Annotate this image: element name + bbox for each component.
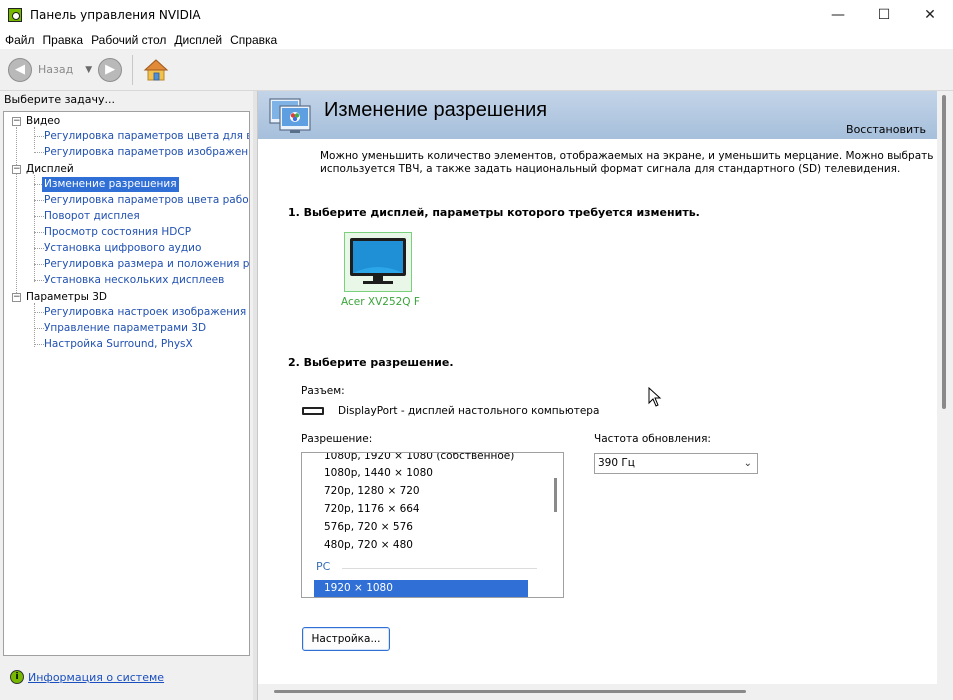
content-panel: Изменение разрешения Восстановить Можно … [257, 91, 953, 700]
connector-value: DisplayPort - дисплей настольного компью… [338, 405, 600, 417]
monitor-name[interactable]: Acer XV252Q F [341, 296, 420, 308]
collapse-toggle-icon[interactable]: − [12, 117, 21, 126]
menu-display[interactable]: Дисплей [171, 33, 225, 47]
page-description: Можно уменьшить количество элементов, от… [320, 150, 953, 176]
home-icon[interactable] [143, 57, 169, 83]
display-settings-icon [268, 97, 314, 135]
tree-branch [34, 152, 44, 153]
tree-item-desktop-size[interactable]: Регулировка размера и положения рабо [44, 257, 249, 272]
tree-branch [34, 248, 44, 249]
tree-item-multiple-displays[interactable]: Установка нескольких дисплеев [44, 273, 224, 288]
scrollbar-thumb[interactable] [274, 690, 746, 693]
page-title: Изменение разрешения [324, 99, 548, 121]
tree-branch [34, 232, 44, 233]
tree-guide-line [16, 127, 17, 297]
resolution-option[interactable]: 1080p, 1440 × 1080 [324, 467, 433, 479]
tree-branch [34, 280, 44, 281]
minimize-button[interactable]: — [815, 0, 861, 30]
tree-branch [34, 264, 44, 265]
resolution-option[interactable]: 480p, 720 × 480 [324, 539, 413, 551]
menu-desktop[interactable]: Рабочий стол [88, 33, 169, 47]
system-info-icon[interactable]: i [10, 670, 24, 684]
page-header: Изменение разрешения Восстановить [258, 91, 938, 139]
tree-item-video-image[interactable]: Регулировка параметров изображения д [44, 145, 249, 160]
system-info-link[interactable]: Информация о системе [28, 671, 164, 684]
restore-defaults-link[interactable]: Восстановить [846, 123, 926, 136]
monitor-tile[interactable] [344, 232, 412, 292]
chevron-down-icon: ⌄ [743, 458, 752, 469]
connector-label: Разъем: [301, 385, 345, 397]
menu-help[interactable]: Справка [227, 33, 280, 47]
window-title: Панель управления NVIDIA [30, 8, 201, 22]
title-bar: Панель управления NVIDIA — ☐ ✕ [0, 0, 953, 30]
maximize-button[interactable]: ☐ [861, 0, 907, 30]
resolution-list-scrollbar[interactable] [549, 453, 563, 597]
content-horizontal-scrollbar[interactable] [258, 684, 953, 700]
tree-item-digital-audio[interactable]: Установка цифрового аудио [44, 241, 201, 256]
tree-guide-line [34, 175, 35, 282]
tree-item-surround-physx[interactable]: Настройка Surround, PhysX [44, 337, 193, 352]
tree-item-video-color[interactable]: Регулировка параметров цвета для вид [44, 129, 249, 144]
step2-heading: 2. Выберите разрешение. [288, 356, 454, 369]
tree-category-3d[interactable]: Параметры 3D [26, 290, 107, 305]
collapse-toggle-icon[interactable]: − [12, 293, 21, 302]
dropdown-arrow-icon[interactable]: ▼ [85, 65, 92, 75]
nvidia-app-icon [8, 8, 22, 22]
menu-file[interactable]: Файл [2, 33, 38, 47]
scrollbar-thumb[interactable] [942, 95, 946, 409]
resolution-option[interactable]: 720p, 1280 × 720 [324, 485, 420, 497]
resolution-group-pc: PC [316, 560, 331, 573]
tree-branch [34, 344, 44, 345]
displayport-icon [302, 407, 324, 415]
scrollbar-thumb[interactable] [554, 478, 557, 512]
refresh-rate-value: 390 Гц [598, 457, 635, 469]
system-info: i Информация о системе [10, 670, 164, 684]
nvidia-control-panel-window: Панель управления NVIDIA — ☐ ✕ Файл Прав… [0, 0, 953, 700]
monitor-icon [350, 238, 406, 284]
refresh-rate-label: Частота обновления: [594, 433, 711, 445]
description-line: используется ТВЧ, а также задать национа… [320, 163, 901, 175]
resolution-label: Разрешение: [301, 433, 373, 445]
tree-item-3d-preview[interactable]: Регулировка настроек изображения с пр [44, 305, 249, 320]
close-button[interactable]: ✕ [907, 0, 953, 30]
menu-bar: Файл Правка Рабочий стол Дисплей Справка [0, 30, 953, 49]
tree-branch [34, 216, 44, 217]
tree-branch [34, 200, 44, 201]
resolution-option-selected[interactable]: 1920 × 1080 [314, 580, 528, 597]
back-arrow-icon[interactable]: ◀ [8, 57, 32, 82]
collapse-toggle-icon[interactable]: − [12, 165, 21, 174]
tree-category-video[interactable]: Видео [26, 114, 60, 129]
window-controls: — ☐ ✕ [815, 0, 953, 30]
setup-button[interactable]: Настройка... [302, 627, 390, 651]
mouse-cursor-icon [648, 387, 662, 407]
tree-branch [34, 136, 44, 137]
description-line: Можно уменьшить количество элементов, от… [320, 150, 953, 162]
toolbar: ◀ Назад ▼ ▶ [0, 49, 953, 91]
refresh-rate-select[interactable]: 390 Гц ⌄ [594, 453, 758, 474]
resolution-option[interactable]: 720p, 1176 × 664 [324, 503, 420, 515]
content-vertical-scrollbar[interactable] [937, 91, 953, 684]
resolution-option[interactable]: 576p, 720 × 576 [324, 521, 413, 533]
tree-item-hdcp-status[interactable]: Просмотр состояния HDCP [44, 225, 191, 240]
tree-item-manage-3d[interactable]: Управление параметрами 3D [44, 321, 206, 336]
resolution-option[interactable]: 1080p, 1920 × 1080 (собственное) [324, 453, 514, 462]
step1-heading: 1. Выберите дисплей, параметры которого … [288, 206, 700, 219]
tree-guide-line [34, 127, 35, 149]
task-prompt: Выберите задачу... [4, 93, 116, 106]
back-label[interactable]: Назад [38, 63, 73, 76]
tree-item-change-resolution[interactable]: Изменение разрешения [42, 177, 179, 192]
resolution-list[interactable]: 1080p, 1920 × 1080 (собственное) 1080p, … [301, 452, 564, 598]
tree-category-display[interactable]: Дисплей [26, 162, 74, 177]
tree-branch [34, 328, 44, 329]
tree-item-desktop-color[interactable]: Регулировка параметров цвета рабочег [44, 193, 249, 208]
group-divider [342, 568, 537, 569]
task-tree: − Видео Регулировка параметров цвета для… [3, 111, 250, 656]
tree-guide-line [34, 303, 35, 347]
menu-edit[interactable]: Правка [40, 33, 87, 47]
toolbar-separator [132, 54, 134, 85]
forward-arrow-icon[interactable]: ▶ [98, 57, 123, 82]
tree-branch [34, 312, 44, 313]
tree-item-rotate-display[interactable]: Поворот дисплея [44, 209, 140, 224]
